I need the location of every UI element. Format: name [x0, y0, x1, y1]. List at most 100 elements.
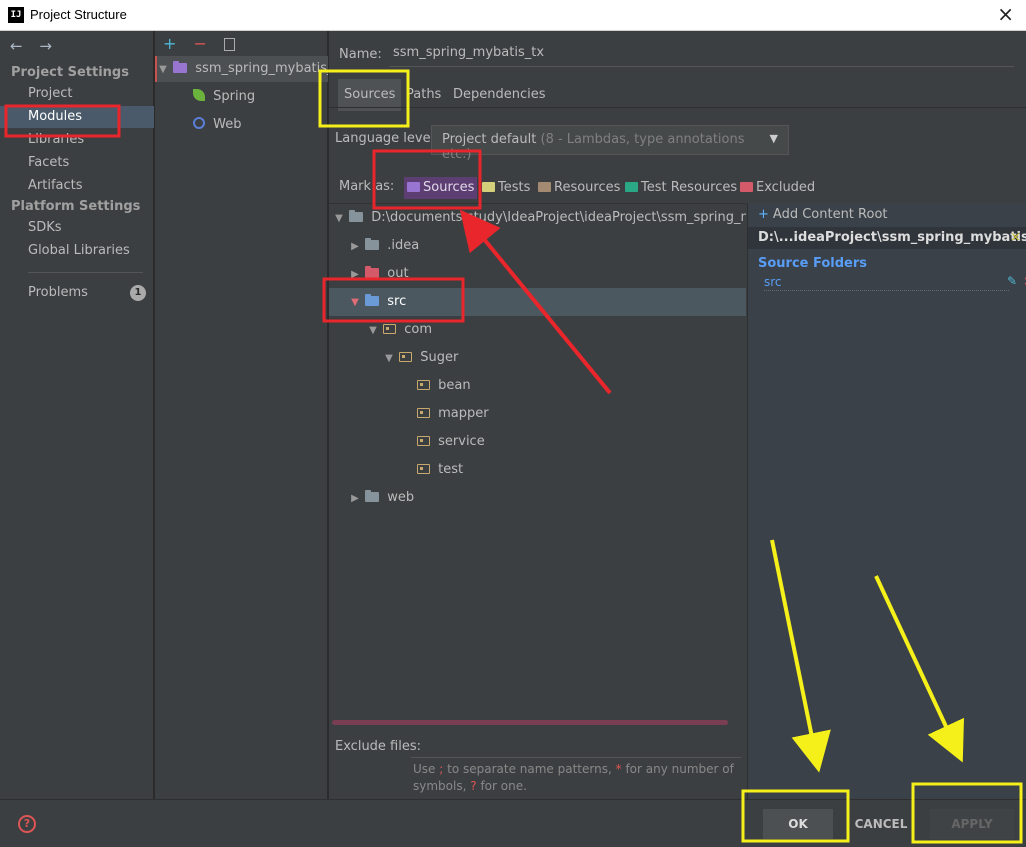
sidebar-item-problems[interactable]: Problems 1	[0, 282, 154, 304]
sidebar-item-project[interactable]: Project	[0, 83, 154, 105]
help-icon[interactable]: ?	[18, 815, 36, 833]
mark-test-resources-button[interactable]: Test Resources	[622, 177, 740, 199]
module-folder-icon	[173, 61, 188, 73]
tree-label: Suger	[420, 350, 459, 365]
hint-symbol: ;	[439, 762, 444, 776]
dropdown-caret-icon: ▼	[769, 132, 778, 145]
hint-text: Use	[413, 762, 436, 776]
tree-label: service	[438, 434, 485, 449]
hint-text: for one.	[480, 779, 527, 793]
tree-label: out	[387, 266, 409, 281]
mark-tests-button[interactable]: Tests	[479, 177, 533, 199]
plus-icon: +	[758, 207, 769, 222]
chevron-down-icon[interactable]: ▼	[349, 289, 361, 317]
sidebar-item-sdks[interactable]: SDKs	[0, 217, 154, 239]
mark-label: Tests	[498, 180, 531, 195]
tree-row-idea[interactable]: ▶ .idea	[329, 232, 746, 260]
source-folder-label: src	[764, 275, 782, 289]
facet-row-web[interactable]: Web	[155, 112, 328, 138]
module-row[interactable]: ▼ ssm_spring_mybatis_tx	[155, 56, 328, 82]
source-folders-header: Source Folders	[758, 256, 868, 271]
horizontal-scrollbar[interactable]	[332, 720, 728, 725]
remove-root-icon[interactable]: ×	[1010, 227, 1021, 249]
mark-label: Excluded	[756, 180, 816, 195]
mark-as-label: Mark as:	[339, 179, 395, 194]
sources-folder-icon	[407, 182, 420, 192]
sidebar-item-artifacts[interactable]: Artifacts	[0, 175, 154, 197]
tree-row-web[interactable]: ▶ web	[329, 484, 746, 512]
sidebar-item-libraries[interactable]: Libraries	[0, 129, 154, 151]
sidebar-item-modules[interactable]: Modules	[0, 106, 154, 128]
source-folder-item: src ✎ ×	[764, 274, 1026, 291]
cancel-button[interactable]: CANCEL	[850, 809, 912, 839]
ok-button[interactable]: OK	[763, 809, 833, 839]
tab-divider	[329, 107, 1026, 108]
settings-sidebar: ← → Project Settings Project Modules Lib…	[0, 31, 154, 799]
sidebar-item-facets[interactable]: Facets	[0, 152, 154, 174]
forward-arrow-icon[interactable]: →	[39, 37, 52, 55]
problems-count-badge: 1	[130, 285, 146, 301]
test-resources-folder-icon	[625, 182, 638, 192]
exclude-files-input[interactable]	[411, 757, 741, 758]
close-icon[interactable]: ×	[997, 3, 1014, 25]
excluded-folder-icon	[365, 266, 380, 278]
mark-excluded-button[interactable]: Excluded	[737, 177, 818, 199]
resources-folder-icon	[538, 182, 551, 192]
apply-button[interactable]: APPLY	[930, 809, 1014, 839]
tree-label: src	[387, 294, 407, 309]
package-icon	[417, 380, 430, 390]
module-toolbar: + −	[163, 34, 247, 53]
tree-label: test	[438, 462, 464, 477]
back-arrow-icon[interactable]: ←	[10, 37, 23, 55]
mark-label: Resources	[554, 180, 621, 195]
window-title: Project Structure	[30, 7, 127, 22]
chevron-down-icon[interactable]: ▼	[383, 345, 395, 373]
source-folder-icon	[365, 294, 380, 306]
tree-row-com[interactable]: ▼ com	[329, 316, 746, 344]
tree-row-mapper[interactable]: mapper	[329, 400, 746, 428]
excluded-folder-icon	[740, 182, 753, 192]
root-path-label: D:\...ideaProject\ssm_spring_mybatis_tx	[758, 230, 1026, 245]
facet-row-spring[interactable]: Spring	[155, 84, 328, 110]
mark-label: Test Resources	[641, 180, 738, 195]
spring-leaf-icon	[193, 89, 205, 101]
tree-label: mapper	[438, 406, 489, 421]
language-level-select[interactable]: Project default (8 - Lambdas, type annot…	[431, 125, 789, 162]
hint-symbol: *	[615, 762, 622, 776]
mark-resources-button[interactable]: Resources	[535, 177, 623, 199]
tree-row-test[interactable]: test	[329, 456, 746, 484]
tree-label: bean	[438, 378, 471, 393]
chevron-down-icon[interactable]: ▼	[367, 317, 379, 345]
tree-row-out[interactable]: ▶ out	[329, 260, 746, 288]
web-globe-icon	[193, 117, 205, 129]
sidebar-item-global-libraries[interactable]: Global Libraries	[0, 240, 154, 262]
tree-row-src[interactable]: ▼ src	[329, 288, 746, 316]
content-root-tree: ▼ D:\documents\study\IdeaProject\ideaPro…	[329, 203, 746, 718]
copy-icon[interactable]	[224, 38, 235, 51]
chevron-down-icon[interactable]: ▼	[333, 205, 345, 233]
exclude-files-label: Exclude files:	[335, 739, 422, 754]
chevron-down-icon[interactable]: ▼	[157, 57, 169, 82]
add-icon[interactable]: +	[163, 34, 176, 53]
module-name-input[interactable]: ssm_spring_mybatis_tx	[389, 43, 1014, 67]
chevron-right-icon[interactable]: ▶	[349, 233, 361, 261]
sidebar-divider	[28, 272, 143, 273]
tree-row-service[interactable]: service	[329, 428, 746, 456]
chevron-right-icon[interactable]: ▶	[349, 485, 361, 513]
tree-row-root[interactable]: ▼ D:\documents\study\IdeaProject\ideaPro…	[329, 204, 746, 232]
folder-icon	[365, 490, 380, 502]
tree-label: .idea	[387, 238, 420, 253]
chevron-right-icon[interactable]: ▶	[349, 261, 361, 289]
package-icon	[417, 464, 430, 474]
tree-row-bean[interactable]: bean	[329, 372, 746, 400]
title-bar: IJ Project Structure ×	[0, 0, 1026, 31]
intellij-app-icon: IJ	[8, 7, 24, 23]
add-content-root-button[interactable]: + Add Content Root	[758, 207, 888, 222]
folder-icon	[349, 210, 364, 222]
package-icon	[399, 352, 413, 362]
remove-icon[interactable]: −	[194, 34, 207, 53]
pencil-icon[interactable]: ✎	[1007, 274, 1017, 288]
tree-row-suger[interactable]: ▼ Suger	[329, 344, 746, 372]
mark-sources-button[interactable]: Sources	[404, 177, 478, 199]
tree-label: web	[387, 490, 415, 505]
